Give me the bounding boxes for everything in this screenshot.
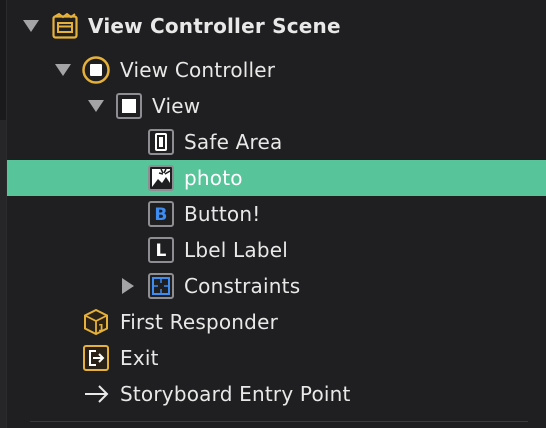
outline-row-label[interactable]: L Lbel Label [7, 232, 546, 268]
outline-item-label: View [152, 94, 201, 118]
outline-item-label: View Controller Scene [88, 14, 341, 38]
scene-icon [52, 12, 78, 39]
disclosure-triangle-icon[interactable] [23, 20, 39, 32]
outline-item-label: Lbel Label [184, 238, 289, 262]
view-icon [116, 93, 142, 119]
outline-row-first-responder[interactable]: 1 First Responder [7, 304, 546, 340]
constraints-icon [148, 273, 174, 299]
outline-row-exit[interactable]: Exit [7, 340, 546, 376]
outline-item-label: View Controller [120, 58, 276, 82]
svg-text:L: L [155, 241, 166, 261]
outline-item-label: Exit [120, 346, 159, 370]
exit-icon [83, 345, 109, 371]
outline-row-view[interactable]: View [7, 88, 546, 124]
safe-area-icon [148, 129, 174, 155]
outline-row-safe-area[interactable]: Safe Area [7, 124, 546, 160]
disclosure-triangle-icon[interactable] [88, 100, 104, 112]
view-controller-icon [82, 56, 110, 84]
outline-item-label: First Responder [120, 310, 278, 334]
document-outline: View Controller Scene View Controller Vi… [0, 0, 546, 428]
label-icon: L [148, 237, 174, 263]
outline-item-label: Safe Area [184, 130, 283, 154]
svg-text:1: 1 [98, 323, 105, 334]
first-responder-icon: 1 [82, 308, 110, 336]
outline-row-view-controller-scene[interactable]: View Controller Scene [7, 8, 546, 44]
outline-item-label: Button! [184, 202, 261, 226]
outline-row-storyboard-entry-point[interactable]: Storyboard Entry Point [7, 376, 546, 412]
divider [30, 421, 528, 422]
outline-item-label: photo [184, 166, 243, 190]
outline-row-button[interactable]: B Button! [7, 196, 546, 232]
disclosure-triangle-icon[interactable] [122, 278, 134, 294]
outline-item-label: Storyboard Entry Point [120, 382, 351, 406]
pane-divider[interactable] [0, 0, 7, 428]
arrow-right-icon [83, 381, 109, 407]
outline-item-label: Constraints [184, 274, 301, 298]
outline-row-constraints[interactable]: Constraints [7, 268, 546, 304]
disclosure-triangle-icon[interactable] [55, 64, 71, 76]
image-view-icon [148, 165, 174, 191]
outline-row-view-controller[interactable]: View Controller [7, 52, 546, 88]
button-icon: B [148, 201, 174, 227]
svg-text:B: B [154, 205, 167, 225]
outline-row-photo[interactable]: photo [7, 160, 546, 196]
